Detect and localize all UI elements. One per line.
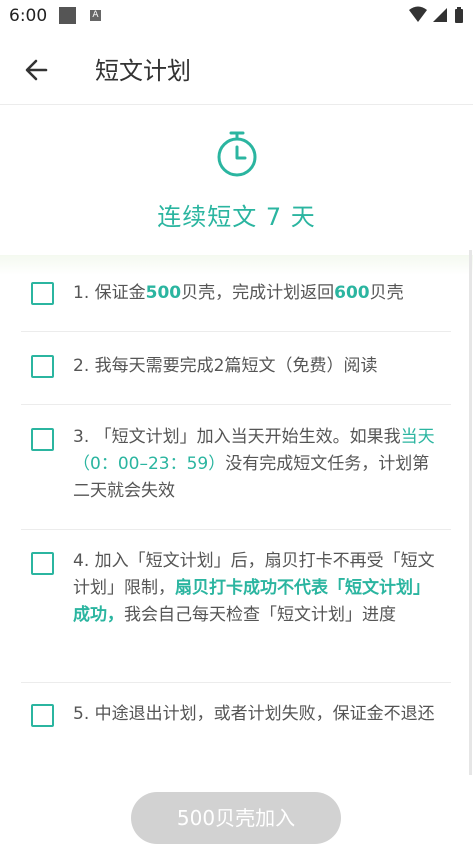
rule-item: 2. 我每天需要完成2篇短文（免费）阅读 bbox=[21, 332, 451, 405]
rule-checkbox[interactable] bbox=[31, 428, 54, 451]
rule-checkbox[interactable] bbox=[31, 552, 54, 575]
rule-checkbox[interactable] bbox=[31, 704, 54, 727]
plan-hero: 连续短文 7 天 bbox=[0, 105, 473, 265]
plan-days-title: 连续短文 7 天 bbox=[157, 203, 316, 231]
status-bar: 6:00 A bbox=[0, 0, 473, 32]
deposit-amount: 500 bbox=[145, 283, 182, 303]
rule-item: 1. 保证金500贝壳，完成计划返回600贝壳 bbox=[21, 260, 451, 332]
rule-text: 2. 我每天需要完成2篇短文（免费）阅读 bbox=[73, 356, 378, 376]
rule-text: 3. 「短文计划」加入当天开始生效。如果我当天（0：00–23：59）没有完成短… bbox=[73, 427, 435, 501]
signal-icon bbox=[433, 8, 447, 22]
rule-text: 1. 保证金500贝壳，完成计划返回600贝壳 bbox=[73, 283, 404, 303]
scrollbar[interactable] bbox=[469, 250, 472, 775]
status-time: 6:00 bbox=[9, 6, 48, 26]
battery-icon bbox=[455, 9, 463, 23]
status-icons bbox=[407, 6, 467, 30]
back-button[interactable] bbox=[20, 54, 52, 86]
rule-item: 3. 「短文计划」加入当天开始生效。如果我当天（0：00–23：59）没有完成短… bbox=[21, 405, 451, 530]
notification-square-icon bbox=[59, 7, 76, 24]
stopwatch-icon bbox=[217, 131, 257, 177]
page-title: 短文计划 bbox=[95, 57, 191, 85]
app-bar: 短文计划 bbox=[0, 32, 473, 105]
rule-checkbox[interactable] bbox=[31, 355, 54, 378]
rule-item: 4. 加入「短文计划」后，扇贝打卡不再受「短文计划」限制，扇贝打卡成功不代表「短… bbox=[21, 530, 451, 683]
a-notification-icon: A bbox=[90, 10, 101, 21]
rule-list: 1. 保证金500贝壳，完成计划返回600贝壳 2. 我每天需要完成2篇短文（免… bbox=[21, 260, 451, 783]
back-arrow-icon bbox=[25, 59, 48, 81]
return-amount: 600 bbox=[334, 283, 370, 303]
rule-text: 5. 中途退出计划，或者计划失败，保证金不退还 bbox=[73, 704, 435, 724]
rule-text: 4. 加入「短文计划」后，扇贝打卡不再受「短文计划」限制，扇贝打卡成功不代表「短… bbox=[73, 551, 435, 625]
join-button[interactable]: 500贝壳加入 bbox=[131, 792, 341, 844]
rule-checkbox[interactable] bbox=[31, 282, 54, 305]
rule-item: 5. 中途退出计划，或者计划失败，保证金不退还 bbox=[21, 683, 451, 783]
wifi-icon bbox=[409, 6, 427, 22]
